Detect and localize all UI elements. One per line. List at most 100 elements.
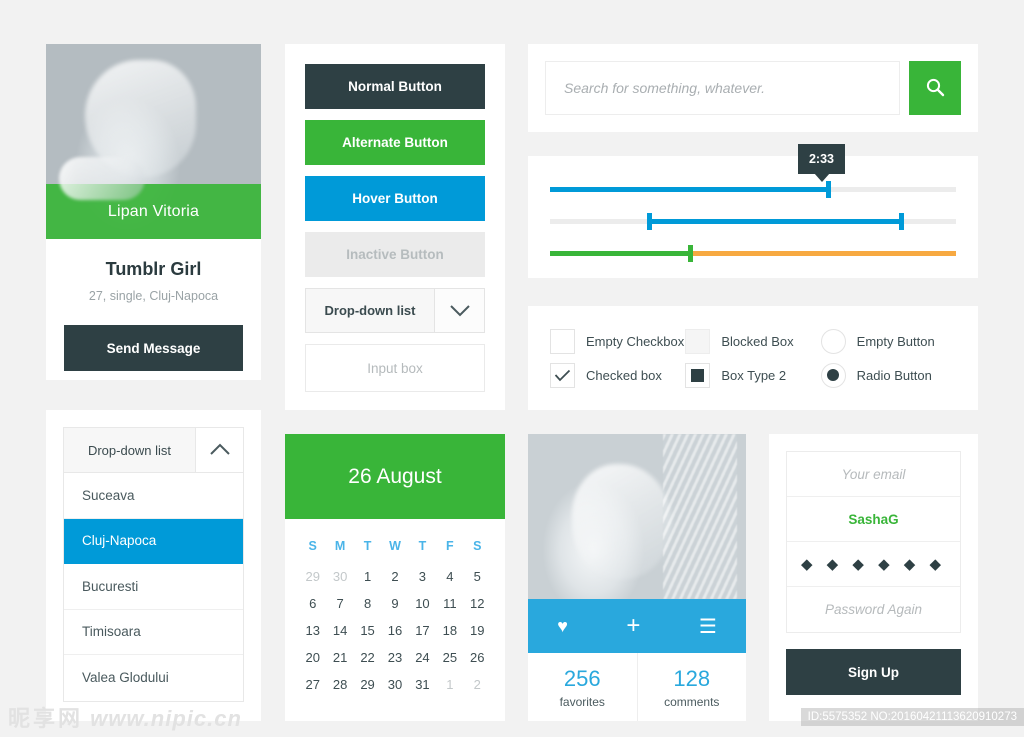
calendar-day[interactable]: 19: [464, 617, 491, 644]
checkbox-filled-icon[interactable]: [685, 362, 711, 388]
password-field[interactable]: ◆ ◆ ◆ ◆ ◆ ◆: [787, 542, 960, 587]
calendar-body: S M T W T F S 29 30 1 2 3 4 5 6 7 8 9 10: [285, 519, 505, 708]
calendar-day[interactable]: 27: [299, 671, 326, 698]
checkbox-filled-square: [691, 368, 705, 382]
calendar-day[interactable]: 2: [464, 671, 491, 698]
calendar-dow: S: [308, 539, 317, 553]
checkmark-icon[interactable]: [550, 362, 575, 388]
normal-button[interactable]: Normal Button: [305, 64, 485, 109]
dropdown-option-timisoara[interactable]: Timisoara: [64, 610, 243, 655]
calendar-day[interactable]: 8: [354, 590, 381, 617]
hover-button[interactable]: Hover Button: [305, 176, 485, 221]
calendar-day[interactable]: 7: [326, 590, 353, 617]
calendar-day[interactable]: 22: [354, 644, 381, 671]
calendar-day[interactable]: 3: [409, 563, 436, 590]
calendar-day[interactable]: 17: [409, 617, 436, 644]
add-icon[interactable]: +: [626, 612, 640, 640]
checkbox-empty-icon[interactable]: [550, 328, 575, 354]
social-action-bar: ♥ + ☰: [528, 599, 746, 653]
dropdown-option-bucuresti[interactable]: Bucuresti: [64, 564, 243, 610]
calendar-day[interactable]: 15: [354, 617, 381, 644]
radio-selected-icon[interactable]: [820, 362, 846, 388]
profile-name: Lipan Vitoria: [107, 202, 200, 220]
search-button[interactable]: [909, 61, 961, 115]
username-field[interactable]: SashaG: [787, 497, 960, 542]
dropdown-closed-label: Drop-down list: [305, 288, 435, 333]
calendar-day[interactable]: 23: [381, 644, 408, 671]
radio-empty-icon[interactable]: [820, 328, 846, 354]
signup-card: Your email SashaG ◆ ◆ ◆ ◆ ◆ ◆ Password A…: [769, 434, 978, 721]
dropdown-closed[interactable]: Drop-down list: [305, 288, 485, 333]
calendar-day[interactable]: 26: [464, 644, 491, 671]
radio-empty[interactable]: Empty Button: [820, 328, 956, 354]
calendar-day[interactable]: 12: [464, 590, 491, 617]
radio-empty-label: Empty Button: [856, 333, 935, 349]
calendar-day[interactable]: 31: [409, 671, 436, 698]
email-placeholder: Your email: [841, 466, 906, 482]
calendar-day[interactable]: 1: [436, 671, 463, 698]
calendar-day[interactable]: 29: [299, 563, 326, 590]
calendar-day[interactable]: 24: [409, 644, 436, 671]
comments-stat[interactable]: 128 comments: [638, 653, 747, 721]
calendar-day[interactable]: 28: [326, 671, 353, 698]
search-input[interactable]: [545, 61, 900, 115]
split-slider-handle[interactable]: [688, 245, 694, 262]
calendar-day[interactable]: 18: [436, 617, 463, 644]
calendar-day[interactable]: 20: [299, 644, 326, 671]
chevron-down-icon[interactable]: [435, 288, 485, 333]
profile-details: 27, single, Cluj-Napoca: [88, 289, 219, 303]
watermark-url: www.nipic.cn: [90, 706, 242, 731]
checkboxes-card: Empty Checkbox Blocked Box Empty Button …: [528, 306, 978, 410]
range-slider-handle-end[interactable]: [899, 213, 905, 230]
calendar-day[interactable]: 5: [464, 563, 491, 590]
signup-button[interactable]: Sign Up: [786, 649, 961, 695]
dropdown-option-cluj-napoca[interactable]: Cluj-Napoca: [64, 518, 243, 564]
checkbox-checked[interactable]: Checked box: [550, 362, 685, 388]
calendar-day[interactable]: 1: [354, 563, 381, 590]
split-slider[interactable]: [550, 245, 956, 262]
radio-selected[interactable]: Radio Button: [820, 362, 956, 388]
dropdown-open-label: Drop-down list: [63, 427, 196, 473]
calendar-day[interactable]: 29: [354, 671, 381, 698]
calendar-day[interactable]: 25: [436, 644, 463, 671]
dropdown-open-header[interactable]: Drop-down list: [63, 427, 244, 473]
menu-icon[interactable]: ☰: [699, 614, 717, 639]
profile-title: Tumblr Girl: [105, 259, 202, 279]
calendar-day[interactable]: 4: [436, 563, 463, 590]
ui-kit-page: Lipan Vitoria Tumblr Girl 27, single, Cl…: [0, 0, 1024, 737]
calendar-card: 26 August S M T W T F S 29 30 1 2 3 4 5 …: [285, 434, 505, 721]
calendar-day[interactable]: 16: [381, 617, 408, 644]
favorites-stat[interactable]: 256 favorites: [528, 653, 638, 721]
chevron-up-icon[interactable]: [196, 427, 244, 473]
calendar-day[interactable]: 30: [381, 671, 408, 698]
range-slider-handle-start[interactable]: [647, 213, 653, 230]
single-slider[interactable]: [550, 181, 956, 198]
calendar-title: 26 August: [285, 434, 505, 519]
checkbox-filled[interactable]: Box Type 2: [685, 362, 820, 388]
alternate-button[interactable]: Alternate Button: [305, 120, 485, 165]
social-photo-card: ♥ + ☰ 256 favorites 128 comments: [528, 434, 746, 721]
calendar-day[interactable]: 13: [299, 617, 326, 644]
password-again-field[interactable]: Password Again: [787, 587, 960, 632]
send-message-button[interactable]: Send Message: [64, 325, 243, 371]
calendar-day[interactable]: 14: [326, 617, 353, 644]
calendar-day[interactable]: 2: [381, 563, 408, 590]
calendar-day[interactable]: 6: [299, 590, 326, 617]
dropdown-option-valea-glodului[interactable]: Valea Glodului: [64, 655, 243, 701]
dropdown-open-card: Drop-down list Suceava Cluj-Napoca Bucur…: [46, 410, 261, 721]
input-box[interactable]: [305, 344, 485, 392]
calendar-day[interactable]: 11: [436, 590, 463, 617]
calendar-day[interactable]: 30: [326, 563, 353, 590]
calendar-day[interactable]: 10: [409, 590, 436, 617]
single-slider-handle[interactable]: [826, 181, 832, 198]
social-stats: 256 favorites 128 comments: [528, 653, 746, 721]
checkbox-empty[interactable]: Empty Checkbox: [550, 328, 685, 354]
email-field[interactable]: Your email: [787, 452, 960, 497]
profile-card: Lipan Vitoria Tumblr Girl 27, single, Cl…: [46, 44, 261, 380]
calendar-day[interactable]: 9: [381, 590, 408, 617]
range-slider[interactable]: [550, 213, 956, 230]
calendar-day[interactable]: 21: [326, 644, 353, 671]
dropdown-option-suceava[interactable]: Suceava: [64, 473, 243, 519]
favorite-icon[interactable]: ♥: [557, 616, 568, 637]
watermark-cjk: 昵享网: [8, 706, 84, 731]
